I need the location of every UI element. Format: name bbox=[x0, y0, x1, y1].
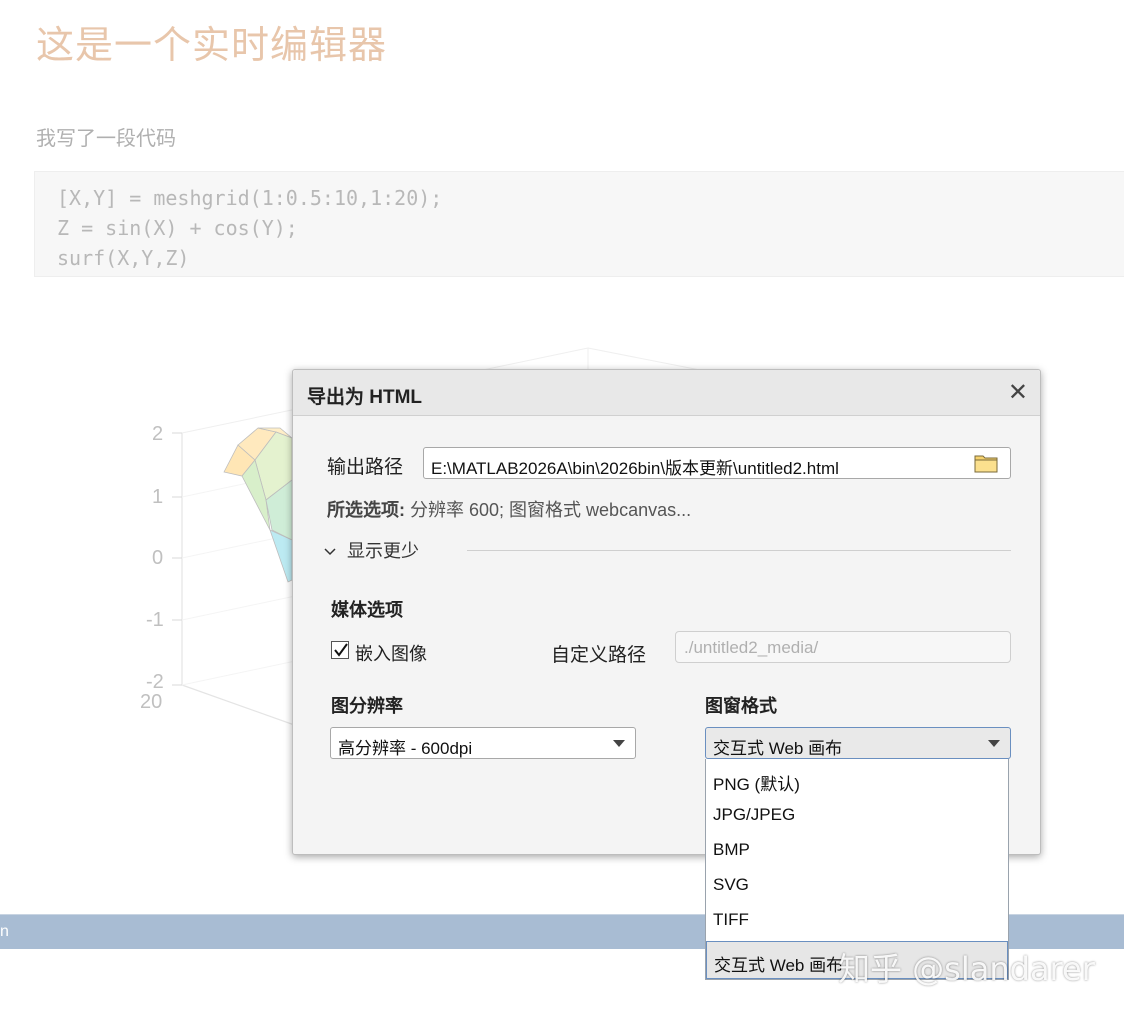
custom-path-label: 自定义路径 bbox=[551, 645, 647, 666]
selected-options-label: 所选选项: bbox=[327, 500, 405, 520]
z-tick-label: 2 bbox=[152, 423, 163, 445]
resolution-heading: 图分辨率 bbox=[331, 696, 403, 716]
divider bbox=[467, 550, 1011, 551]
dialog-header[interactable]: 导出为 HTML ✕ bbox=[293, 370, 1040, 416]
dialog-title: 导出为 HTML bbox=[307, 387, 423, 408]
resolution-dropdown[interactable]: 高分辨率 - 600dpi bbox=[330, 727, 636, 759]
dropdown-option-png[interactable]: PNG (默认) bbox=[706, 763, 1008, 798]
folder-icon[interactable] bbox=[974, 453, 998, 473]
option-label: TIFF bbox=[713, 910, 749, 929]
output-path-value[interactable]: E:\MATLAB2026A\bin\2026bin\版本更新\untitled… bbox=[431, 454, 839, 479]
z-tick-label: 1 bbox=[152, 486, 163, 508]
dropdown-option-svg[interactable]: SVG bbox=[706, 868, 1008, 903]
check-icon bbox=[334, 643, 348, 657]
output-path-label: 输出路径 bbox=[327, 457, 404, 478]
z-tick-label: 0 bbox=[152, 547, 163, 569]
output-path-field[interactable]: E:\MATLAB2026A\bin\2026bin\版本更新\untitled… bbox=[423, 447, 1011, 479]
figure-format-dropdown[interactable]: 交互式 Web 画布 bbox=[705, 727, 1011, 759]
selected-options-value: 分辨率 600; 图窗格式 webcanvas... bbox=[410, 500, 692, 520]
close-icon[interactable]: ✕ bbox=[1008, 378, 1028, 407]
selected-options: 所选选项: 分辨率 600; 图窗格式 webcanvas... bbox=[327, 496, 691, 522]
code-line[interactable]: surf(X,Y,Z) bbox=[57, 243, 1124, 273]
media-options-heading: 媒体选项 bbox=[331, 600, 403, 620]
caret-down-icon bbox=[988, 740, 1000, 747]
y-tick-label: 20 bbox=[140, 691, 162, 713]
dropdown-option-jpg[interactable]: JPG/JPEG bbox=[706, 798, 1008, 833]
watermark: 知乎 @slandarer bbox=[838, 950, 1095, 988]
custom-path-placeholder: ./untitled2_media/ bbox=[684, 638, 819, 657]
option-label: SVG bbox=[713, 875, 749, 894]
option-label: PNG (默认) bbox=[713, 775, 800, 794]
show-less-label: 显示更少 bbox=[347, 541, 419, 561]
document-heading: 这是一个实时编辑器 bbox=[36, 23, 388, 67]
dropdown-option-tiff[interactable]: TIFF bbox=[706, 903, 1008, 938]
caret-down-icon bbox=[613, 740, 625, 747]
embed-images-checkbox[interactable] bbox=[331, 641, 349, 659]
code-line[interactable]: [X,Y] = meshgrid(1:0.5:10,1:20); bbox=[57, 183, 1124, 213]
dropdown-option-bmp[interactable]: BMP bbox=[706, 833, 1008, 868]
option-label: JPG/JPEG bbox=[713, 805, 796, 824]
custom-path-input[interactable]: ./untitled2_media/ bbox=[675, 631, 1011, 663]
embed-images-label[interactable]: 嵌入图像 bbox=[355, 640, 427, 666]
code-block[interactable]: [X,Y] = meshgrid(1:0.5:10,1:20); Z = sin… bbox=[34, 171, 1124, 277]
option-label: 交互式 Web 画布 bbox=[714, 956, 844, 975]
z-tick-label: -1 bbox=[146, 609, 164, 631]
option-label: BMP bbox=[713, 840, 750, 859]
code-line[interactable]: Z = sin(X) + cos(Y); bbox=[57, 213, 1124, 243]
resolution-value: 高分辨率 - 600dpi bbox=[338, 739, 473, 758]
figure-format-value: 交互式 Web 画布 bbox=[713, 739, 843, 758]
figure-format-heading: 图窗格式 bbox=[705, 696, 777, 716]
show-less-toggle[interactable]: 显示更少 bbox=[323, 537, 419, 563]
status-text: n bbox=[0, 923, 9, 940]
z-tick-label: -2 bbox=[146, 671, 164, 693]
document-paragraph: 我写了一段代码 bbox=[36, 126, 176, 150]
chevron-down-icon bbox=[324, 548, 336, 556]
